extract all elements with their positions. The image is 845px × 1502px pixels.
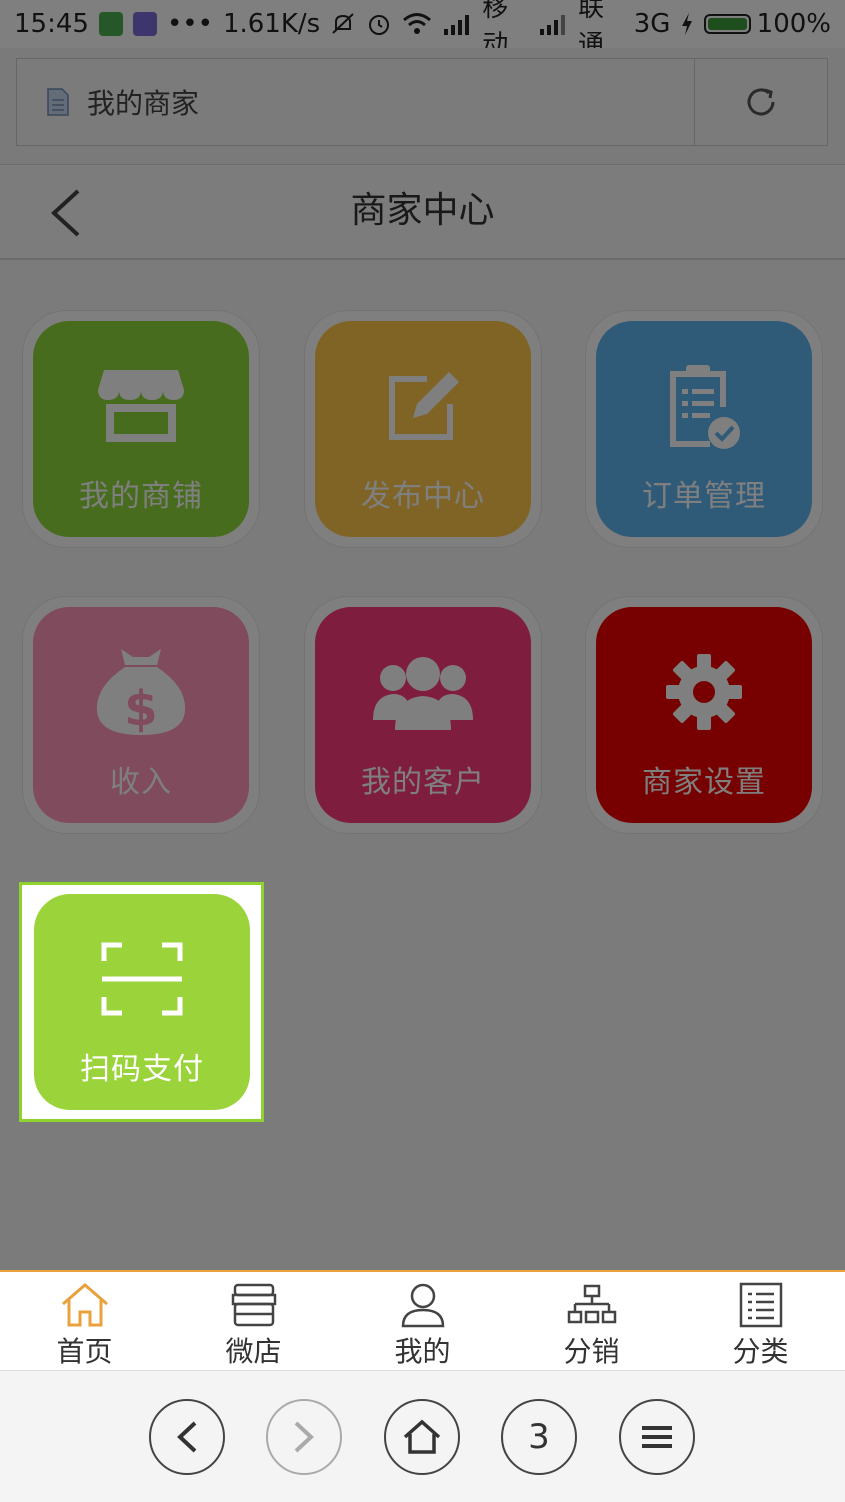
alarm-icon — [366, 11, 392, 37]
tab-label: 微店 — [225, 1335, 282, 1368]
page-header: 商家中心 — [0, 164, 845, 260]
tab-distribution[interactable]: 分销 — [507, 1272, 676, 1370]
tile-income[interactable]: $ 收入 — [33, 607, 249, 823]
mute-icon — [330, 11, 356, 37]
browser-toolbar: 我的商家 — [0, 48, 845, 164]
browser-forward-button[interactable] — [266, 1399, 342, 1475]
tab-micro-shop[interactable]: 微店 — [169, 1272, 338, 1370]
tile-income-frame: $ 收入 — [22, 596, 260, 834]
tile-label: 我的商铺 — [79, 479, 203, 514]
address-bar[interactable]: 我的商家 — [16, 58, 828, 146]
list-icon — [736, 1282, 786, 1328]
shop-icon — [229, 1282, 279, 1328]
scan-icon — [82, 934, 202, 1024]
refresh-icon — [747, 88, 775, 116]
address-bar-title: 我的商家 — [87, 87, 200, 120]
tile-label: 订单管理 — [642, 479, 766, 514]
tab-label: 首页 — [56, 1335, 113, 1368]
tile-publish-frame: 发布中心 — [304, 310, 542, 548]
tile-orders-frame: 订单管理 — [585, 310, 823, 548]
store-icon — [81, 361, 201, 451]
edit-icon — [363, 361, 483, 451]
tab-home[interactable]: 首页 — [0, 1272, 169, 1370]
page-title: 商家中心 — [350, 190, 495, 231]
app-notification-icon — [132, 12, 157, 36]
tile-my-store[interactable]: 我的商铺 — [33, 321, 249, 537]
home-icon — [60, 1282, 110, 1328]
bottom-tabbar: 首页 微店 我的 分销 分类 — [0, 1270, 845, 1370]
home-icon — [403, 1419, 441, 1454]
signal-icon-2 — [538, 13, 568, 35]
wifi-icon — [402, 12, 432, 36]
battery-level: 100% — [756, 9, 832, 39]
chevron-right-icon — [294, 1421, 314, 1453]
menu-icon — [642, 1426, 672, 1448]
tile-label: 扫码支付 — [80, 1052, 204, 1087]
browser-back-button[interactable] — [149, 1399, 225, 1475]
network-speed: 1.61K/s — [222, 9, 321, 39]
svg-text:$: $ — [124, 681, 157, 737]
tile-order-management[interactable]: 订单管理 — [596, 321, 812, 537]
more-notifications-icon: ••• — [166, 9, 213, 39]
status-time: 15:45 — [14, 9, 89, 39]
network-type: 3G — [633, 9, 671, 39]
tile-my-customers[interactable]: 我的客户 — [315, 607, 531, 823]
tile-merchant-settings[interactable]: 商家设置 — [596, 607, 812, 823]
browser-menu-button[interactable] — [619, 1399, 695, 1475]
tile-customers-frame: 我的客户 — [304, 596, 542, 834]
tile-label: 我的客户 — [361, 765, 485, 800]
tab-label: 分销 — [563, 1335, 620, 1368]
tile-my-store-frame: 我的商铺 — [22, 310, 260, 548]
tile-label: 收入 — [110, 765, 172, 800]
org-chart-icon — [567, 1282, 617, 1328]
battery-icon — [704, 14, 751, 34]
highlight-frame: 扫码支付 — [19, 882, 264, 1122]
users-icon — [363, 647, 483, 737]
tile-label: 发布中心 — [361, 479, 485, 514]
user-icon — [398, 1282, 448, 1328]
tab-category[interactable]: 分类 — [676, 1272, 845, 1370]
tile-settings-frame: 商家设置 — [585, 596, 823, 834]
gear-icon — [644, 647, 764, 737]
clipboard-icon — [644, 361, 764, 451]
tabs-count-button[interactable]: 3 — [501, 1399, 577, 1475]
tile-label: 商家设置 — [642, 765, 766, 800]
charging-icon — [680, 12, 694, 36]
tile-scan-to-pay[interactable]: 扫码支付 — [34, 894, 250, 1110]
tab-label: 分类 — [732, 1335, 789, 1368]
refresh-button[interactable] — [695, 58, 827, 146]
browser-home-button[interactable] — [384, 1399, 460, 1475]
browser-navigation: 3 — [0, 1370, 845, 1502]
tab-mine[interactable]: 我的 — [338, 1272, 507, 1370]
money-bag-icon: $ — [81, 647, 201, 737]
status-bar: 15:45 ••• 1.61K/s 移动 联通 3G 100% — [0, 0, 845, 60]
signal-icon — [442, 13, 472, 35]
battery-saver-icon — [98, 12, 123, 36]
tile-publish-center[interactable]: 发布中心 — [315, 321, 531, 537]
chevron-left-icon — [177, 1421, 197, 1453]
page-icon — [47, 88, 69, 116]
tab-label: 我的 — [394, 1335, 451, 1368]
